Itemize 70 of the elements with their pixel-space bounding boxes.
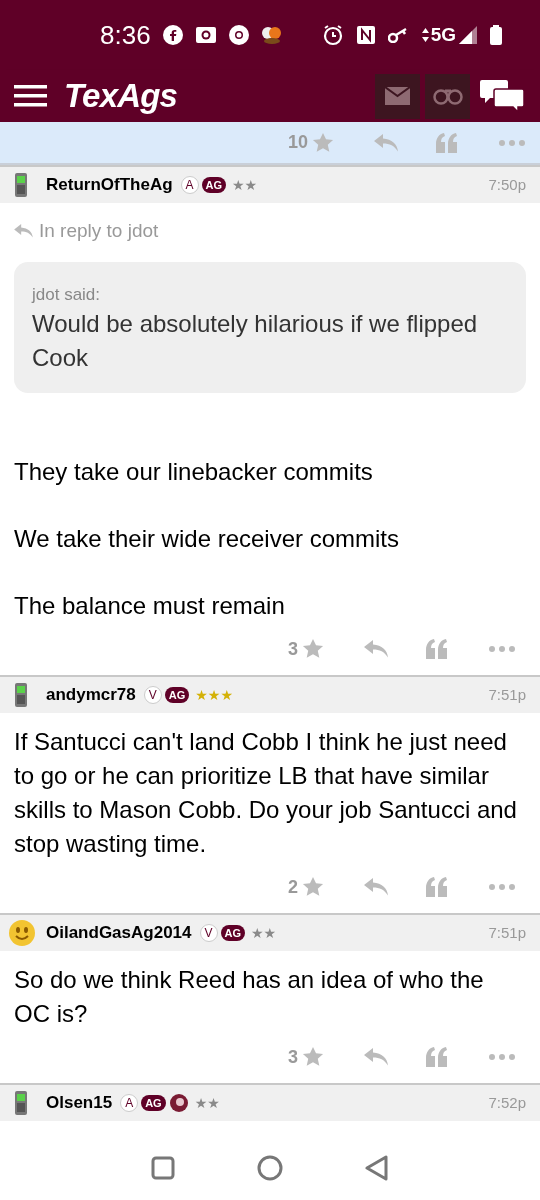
battery-icon: [490, 25, 502, 45]
star-icon: [302, 876, 324, 898]
reply-icon[interactable]: [364, 1048, 388, 1066]
ag-badge: AG: [220, 925, 245, 941]
camera-icon: [194, 26, 217, 44]
home-icon[interactable]: [257, 1154, 283, 1181]
chrome-icon: [228, 25, 249, 45]
envelope-icon: [385, 87, 410, 105]
messages-button[interactable]: [375, 73, 420, 119]
rank-stars: ★★: [251, 923, 277, 943]
network-type: 5G: [430, 22, 456, 47]
post-time: 7:50p: [488, 174, 526, 195]
username[interactable]: ReturnOfTheAg: [46, 172, 173, 198]
reply-icon[interactable]: [364, 640, 388, 658]
post-time: 7:52p: [488, 1092, 526, 1113]
star-icon: [312, 131, 335, 154]
status-time: 8:36: [100, 18, 151, 52]
quote-icon[interactable]: [426, 877, 448, 897]
post-time: 7:51p: [488, 922, 526, 943]
facebook-icon: [162, 25, 183, 45]
quote-icon[interactable]: [436, 132, 459, 153]
more-icon[interactable]: [489, 1054, 515, 1060]
rank-badge: V: [199, 924, 218, 942]
ag-badge: AG: [141, 1095, 166, 1111]
username[interactable]: OilandGasAg2014: [46, 920, 192, 946]
post-text: We take their wide receiver commits: [14, 524, 400, 554]
rank-stars: ★★: [194, 1093, 220, 1113]
post-text: If Santucci can't land Cobb I think he just need to go or he can prioritize LB that have similar skills to Mason Cobb. Do your job Santucci and stop wasting time.: [14, 727, 518, 859]
rank-badge: A: [120, 1094, 139, 1112]
recents-icon[interactable]: [151, 1155, 175, 1180]
rank-stars: ★★: [232, 175, 258, 195]
more-icon[interactable]: [489, 646, 515, 652]
rank-stars: ★★★: [195, 685, 233, 705]
post-time: 7:51p: [488, 684, 526, 705]
rank-badge: A: [180, 176, 199, 194]
binoculars-icon: [432, 87, 463, 105]
binoculars-button[interactable]: [425, 73, 470, 119]
back-icon[interactable]: [365, 1154, 389, 1181]
post-text: The balance must remain: [14, 591, 286, 621]
reply-arrow-icon: [14, 224, 33, 239]
rank-badge: V: [143, 686, 162, 704]
ag-badge: AG: [164, 687, 190, 703]
post-text: They take our linebacker commits: [14, 457, 374, 487]
star-icon: [302, 1046, 324, 1068]
menu-icon[interactable]: [14, 84, 47, 108]
post-text: So do we think Reed has an idea of who the OC is?: [14, 965, 485, 1029]
logo[interactable]: TexAgs: [64, 71, 178, 121]
reply-icon[interactable]: [364, 878, 388, 896]
phone-avatar-icon: [14, 683, 28, 707]
username[interactable]: Olsen15: [46, 1090, 113, 1116]
more-icon[interactable]: [499, 139, 526, 146]
nfc-icon: [355, 25, 376, 45]
phone-avatar-icon: [14, 1091, 28, 1115]
signal-icon: [458, 25, 478, 45]
username[interactable]: andymcr78: [46, 682, 136, 708]
ag-badge: AG: [201, 177, 227, 193]
smiley-avatar-icon: [8, 919, 36, 947]
sports-balls-icon: [260, 25, 283, 45]
phone-avatar-icon: [14, 173, 28, 197]
chat-bubbles-icon[interactable]: [480, 79, 524, 113]
more-icon[interactable]: [489, 884, 515, 890]
quote-text: Would be absolutely hilarious if we flipped Cook: [32, 309, 479, 373]
quote-author: jdot said:: [32, 283, 102, 306]
reply-icon[interactable]: [374, 133, 399, 152]
data-arrows-icon: [421, 27, 429, 43]
emblem-badge-icon: [168, 1094, 189, 1112]
quote-icon[interactable]: [426, 1047, 448, 1067]
star-icon: [302, 638, 324, 660]
quote-icon[interactable]: [426, 639, 448, 659]
alarm-icon: [321, 24, 344, 46]
